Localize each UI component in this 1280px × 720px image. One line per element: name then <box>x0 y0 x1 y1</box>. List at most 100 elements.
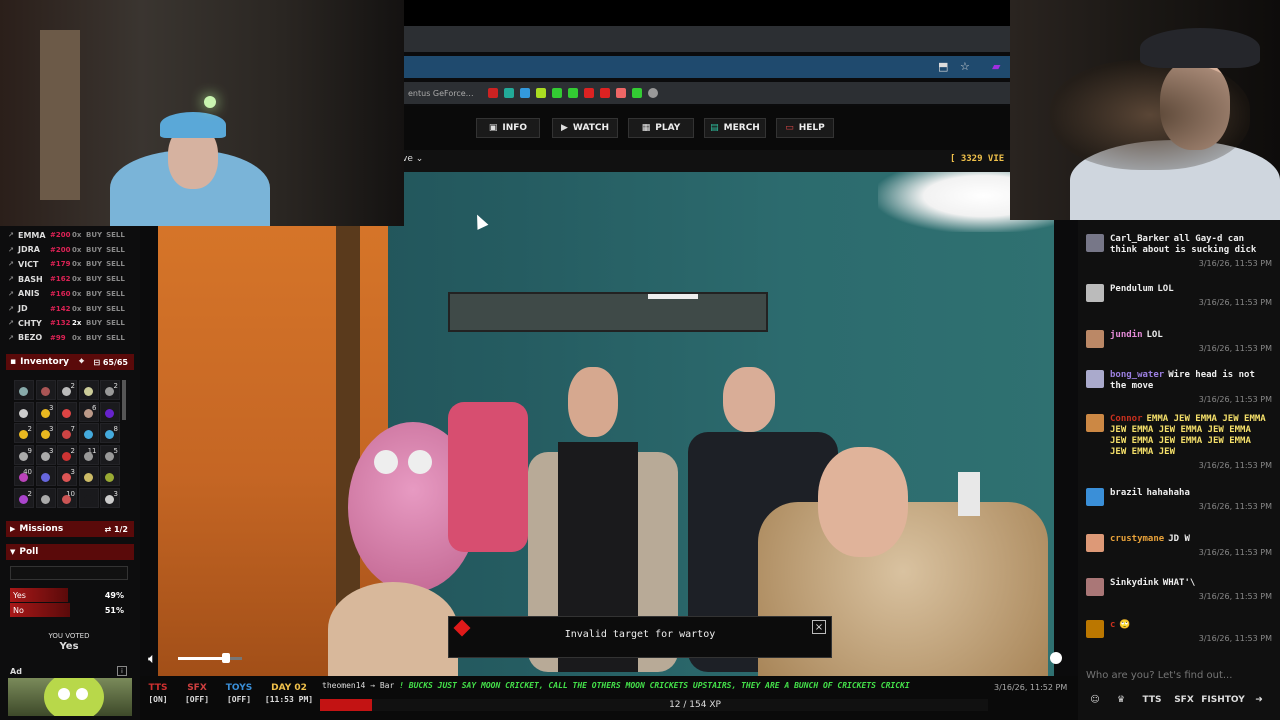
inventory-slot[interactable]: 40 <box>14 466 34 486</box>
inventory-slot[interactable]: 2 <box>14 487 34 508</box>
chat-username[interactable]: c <box>1110 620 1115 630</box>
toys-toggle[interactable]: TOYS [OFF] <box>220 683 258 704</box>
stream-select[interactable]: ve ⌄ <box>402 154 423 164</box>
fishtoy-button[interactable]: FISHTOY <box>1201 691 1245 709</box>
video-player[interactable] <box>158 172 1054 676</box>
avatar[interactable] <box>1086 414 1104 432</box>
inventory-slot[interactable]: 3 <box>35 401 56 422</box>
bookmark-icon[interactable] <box>583 88 594 98</box>
inventory-slot[interactable]: 2 <box>57 380 77 400</box>
poll-header[interactable]: ▼ Poll <box>6 544 134 560</box>
inventory-slot[interactable]: 2 <box>100 380 120 400</box>
github-icon[interactable] <box>647 88 658 98</box>
buy-button[interactable]: BUY <box>86 334 102 342</box>
chat-username[interactable]: bong_water <box>1110 370 1164 380</box>
buy-button[interactable]: BUY <box>86 319 102 327</box>
tts-toggle[interactable]: TTS [ON] <box>144 683 172 704</box>
buy-button[interactable]: BUY <box>86 290 102 298</box>
volume-knob[interactable] <box>222 653 230 663</box>
inventory-slot[interactable]: 11 <box>78 444 99 465</box>
missions-header[interactable]: ▶ Missions ⇄ 1/2 <box>6 521 134 537</box>
inventory-slot[interactable] <box>100 466 120 486</box>
play-button[interactable]: ▦ PLAY <box>628 118 694 138</box>
avatar[interactable] <box>1086 578 1104 596</box>
chat-username[interactable]: Pendulum <box>1110 284 1153 294</box>
inventory-slot[interactable] <box>57 401 77 422</box>
inventory-slot[interactable] <box>35 466 56 486</box>
merch-button[interactable]: ▤ MERCH <box>704 118 766 138</box>
inventory-slot[interactable]: 7 <box>57 423 77 443</box>
sell-button[interactable]: SELL <box>106 275 125 283</box>
emoji-icon[interactable]: ☺ <box>1086 691 1104 709</box>
trophy-icon[interactable]: ♛ <box>1112 691 1130 709</box>
inventory-slot[interactable]: 6 <box>78 401 99 422</box>
chat-sfx-button[interactable]: SFX <box>1172 691 1196 709</box>
sell-button[interactable]: SELL <box>106 290 125 298</box>
bookmark-star-icon[interactable]: ☆ <box>960 60 970 73</box>
sell-button[interactable]: SELL <box>106 260 125 268</box>
inventory-slot[interactable]: 5 <box>100 444 120 465</box>
bookmark-icon[interactable] <box>551 88 562 98</box>
avatar[interactable] <box>1086 234 1104 252</box>
chat-username[interactable]: jundin <box>1110 330 1143 340</box>
send-icon[interactable]: ➜ <box>1250 691 1268 709</box>
sell-button[interactable]: SELL <box>106 319 125 327</box>
bookmark-icon[interactable] <box>615 88 626 98</box>
inventory-scrollbar[interactable] <box>122 380 126 420</box>
bookmark-icon[interactable] <box>631 88 642 98</box>
bookmark-geforce[interactable]: entus GeForce… <box>408 89 474 98</box>
avatar[interactable] <box>1086 330 1104 348</box>
buy-button[interactable]: BUY <box>86 246 102 254</box>
install-icon[interactable]: ⬒ <box>938 60 948 73</box>
sell-button[interactable]: SELL <box>106 246 125 254</box>
bookmark-icon[interactable] <box>487 88 498 98</box>
inventory-slot[interactable] <box>14 380 34 400</box>
sell-button[interactable]: SELL <box>106 334 125 342</box>
ad-info-icon[interactable]: i <box>117 666 127 676</box>
inventory-slot[interactable] <box>35 380 56 400</box>
sfx-toggle[interactable]: SFX [OFF] <box>178 683 216 704</box>
avatar[interactable] <box>1086 370 1104 388</box>
gamepad-icon[interactable]: ⌖ <box>79 357 84 367</box>
inventory-slot[interactable]: 3 <box>57 466 77 486</box>
fullscreen-button[interactable] <box>1050 652 1062 664</box>
chat-username[interactable]: crustymane <box>1110 534 1164 544</box>
poll-option[interactable]: No 51% <box>10 603 128 617</box>
inventory-slot[interactable] <box>78 380 99 400</box>
buy-button[interactable]: BUY <box>86 260 102 268</box>
bookmark-icon[interactable] <box>519 88 530 98</box>
inventory-slot[interactable]: 8 <box>100 423 120 443</box>
watch-button[interactable]: ▶ WATCH <box>552 118 618 138</box>
inventory-slot[interactable]: 3 <box>35 423 56 443</box>
chat-input[interactable] <box>1080 664 1276 686</box>
address-bar[interactable] <box>404 56 1010 78</box>
buy-button[interactable]: BUY <box>86 231 102 239</box>
inventory-slot[interactable]: 2 <box>57 444 77 465</box>
buy-button[interactable]: BUY <box>86 305 102 313</box>
chat-username[interactable]: Sinkydink <box>1110 578 1159 588</box>
close-icon[interactable]: × <box>812 620 826 634</box>
avatar[interactable] <box>1086 284 1104 302</box>
inventory-slot[interactable] <box>78 487 99 508</box>
help-button[interactable]: ▭ HELP <box>776 118 834 138</box>
bookmark-icon[interactable] <box>567 88 578 98</box>
inventory-slot[interactable]: 10 <box>57 487 77 508</box>
bookmark-icon[interactable] <box>535 88 546 98</box>
inventory-slot[interactable]: 3 <box>35 444 56 465</box>
chat-username[interactable]: brazil <box>1110 488 1143 498</box>
inventory-slot[interactable]: 9 <box>14 444 34 465</box>
poll-option[interactable]: Yes 49% <box>10 588 128 602</box>
inventory-slot[interactable]: 2 <box>14 423 34 443</box>
inventory-header[interactable]: ▪ Inventory ⌖ ⊟ 65/65 <box>6 354 134 370</box>
volume-icon[interactable]: 🔈︎ <box>148 651 156 667</box>
sell-button[interactable]: SELL <box>106 231 125 239</box>
avatar[interactable] <box>1086 620 1104 638</box>
chat-tts-button[interactable]: TTS <box>1140 691 1164 709</box>
extension-icon[interactable]: ▰ <box>992 60 1000 73</box>
inventory-slot[interactable] <box>78 466 99 486</box>
info-button[interactable]: ▣ INFO <box>476 118 540 138</box>
bookmark-icon[interactable] <box>599 88 610 98</box>
sell-button[interactable]: SELL <box>106 305 125 313</box>
inventory-slot[interactable] <box>100 401 120 422</box>
inventory-slot[interactable] <box>78 423 99 443</box>
